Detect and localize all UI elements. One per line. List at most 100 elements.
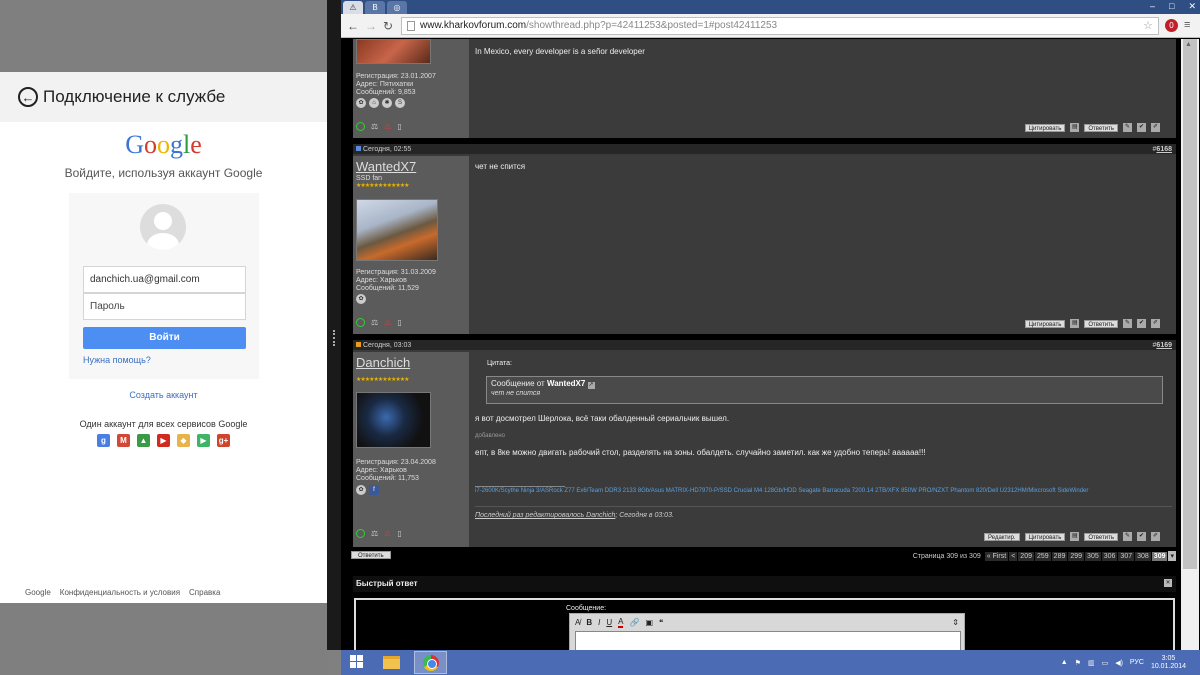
- underline-icon[interactable]: U: [606, 618, 612, 627]
- quote-icon[interactable]: ❝: [659, 618, 663, 627]
- flag-icon[interactable]: ⚑: [1075, 659, 1081, 667]
- tab-other[interactable]: ◎: [387, 1, 407, 14]
- network-icon[interactable]: ▥: [1088, 659, 1095, 667]
- page-link[interactable]: 209: [1018, 551, 1034, 561]
- edit-icon[interactable]: ✐: [1151, 123, 1160, 132]
- mark-icon[interactable]: ✔: [1137, 123, 1146, 132]
- font-color-icon[interactable]: A: [618, 617, 624, 628]
- page-jump-icon[interactable]: ▾: [1168, 551, 1176, 561]
- page-scrollbar[interactable]: ▲: [1181, 39, 1199, 650]
- edit-icon[interactable]: ✐: [1151, 532, 1160, 541]
- volume-icon[interactable]: ◀): [1115, 659, 1123, 667]
- prev-page-link[interactable]: <: [1009, 551, 1018, 561]
- thanks-icon[interactable]: ✎: [1123, 532, 1132, 541]
- maximize-icon[interactable]: □: [1169, 0, 1174, 12]
- settings-icon[interactable]: ✱: [382, 98, 392, 108]
- taskbar-chrome[interactable]: [414, 651, 447, 674]
- page-link[interactable]: 259: [1034, 551, 1051, 561]
- skype-icon[interactable]: S: [395, 98, 405, 108]
- facebook-icon[interactable]: f: [369, 485, 379, 495]
- italic-icon[interactable]: I: [598, 618, 600, 627]
- quote-button[interactable]: Цитировать: [1024, 123, 1066, 132]
- reload-icon[interactable]: ↻: [383, 19, 393, 33]
- quote-button[interactable]: Цитировать: [1024, 532, 1066, 541]
- address-bar[interactable]: www.kharkovforum.com/showthread.php?p=42…: [401, 17, 1159, 35]
- page-link[interactable]: 307: [1118, 551, 1135, 561]
- tab-vk[interactable]: B: [365, 1, 385, 14]
- username-link[interactable]: Danchich: [356, 355, 410, 370]
- close-icon[interactable]: ✕: [1188, 0, 1196, 12]
- scrollbar-thumb[interactable]: [1183, 39, 1197, 569]
- view-post-icon[interactable]: ↗: [587, 382, 595, 389]
- page-link[interactable]: 299: [1068, 551, 1085, 561]
- remove-format-icon[interactable]: A̸: [575, 618, 580, 627]
- icq-icon[interactable]: ✿: [356, 485, 366, 495]
- edit-icon[interactable]: ✐: [1151, 319, 1160, 328]
- quote-button[interactable]: Цитировать: [1024, 319, 1066, 328]
- scroll-up-icon[interactable]: ▲: [1185, 41, 1192, 48]
- keyboard-language[interactable]: РУС: [1130, 659, 1144, 666]
- report-icon[interactable]: ⚠: [384, 122, 391, 131]
- tab-kharkovforum[interactable]: ⚠: [343, 1, 363, 14]
- resize-icon[interactable]: ⇕: [952, 618, 959, 627]
- page-link[interactable]: 306: [1101, 551, 1118, 561]
- post-header: Сегодня, 02:55 #6168: [353, 142, 1176, 154]
- folder-icon: [383, 656, 400, 669]
- icq-icon[interactable]: ✿: [356, 98, 366, 108]
- signin-button[interactable]: Войти: [83, 327, 246, 349]
- report-icon[interactable]: ⚠: [384, 318, 391, 327]
- menu-icon[interactable]: ≡: [1184, 19, 1190, 32]
- reply-button[interactable]: Ответить: [1084, 532, 1118, 541]
- page-link[interactable]: 305: [1085, 551, 1101, 561]
- home-icon[interactable]: ⌂: [369, 98, 379, 108]
- mark-icon[interactable]: ✔: [1137, 319, 1146, 328]
- battery-icon[interactable]: ▭: [1102, 659, 1109, 667]
- adblock-extension-icon[interactable]: 0: [1165, 19, 1178, 32]
- thanks-icon[interactable]: ✎: [1123, 319, 1132, 328]
- bold-icon[interactable]: B: [586, 618, 592, 627]
- help-link[interactable]: Нужна помощь?: [83, 355, 151, 365]
- report-icon[interactable]: ⚠: [384, 529, 391, 538]
- show-hidden-icons-icon[interactable]: ▲: [1061, 659, 1068, 666]
- email-field[interactable]: danchich.ua@gmail.com: [83, 266, 246, 293]
- create-account-link[interactable]: Создать аккаунт: [0, 390, 327, 400]
- windows-start-icon[interactable]: [350, 655, 364, 669]
- splitter-grip-icon[interactable]: [333, 330, 335, 346]
- post-number[interactable]: 6168: [1156, 146, 1172, 153]
- page-link[interactable]: 308: [1135, 551, 1151, 561]
- password-field[interactable]: Пароль: [83, 293, 246, 320]
- footer-google-link[interactable]: Google: [25, 588, 51, 597]
- user-title: SSD fan: [356, 175, 383, 182]
- first-page-link[interactable]: « First: [984, 551, 1009, 561]
- bookmark-star-icon[interactable]: ☆: [1143, 18, 1153, 34]
- icq-icon[interactable]: ✿: [356, 294, 366, 304]
- forward-icon[interactable]: →: [365, 19, 377, 33]
- multiquote-icon[interactable]: ▤: [1070, 123, 1080, 132]
- thanks-icon[interactable]: ✎: [1123, 123, 1132, 132]
- snap-splitter[interactable]: [327, 0, 341, 650]
- footer-help-link[interactable]: Справка: [189, 588, 220, 597]
- taskbar-explorer[interactable]: [375, 651, 408, 674]
- reputation-icon[interactable]: ⚖: [371, 318, 378, 327]
- link-icon[interactable]: 🔗: [629, 618, 639, 627]
- footer-privacy-link[interactable]: Конфиденциальность и условия: [60, 588, 180, 597]
- minimize-icon[interactable]: –: [1150, 0, 1155, 12]
- back-arrow-icon[interactable]: ←: [18, 87, 38, 107]
- multiquote-icon[interactable]: ▤: [1070, 319, 1080, 328]
- edit-button[interactable]: Редактир.: [984, 532, 1020, 541]
- thread-reply-button[interactable]: Ответить: [351, 551, 391, 559]
- reputation-icon[interactable]: ⚖: [371, 122, 378, 131]
- mark-icon[interactable]: ✔: [1137, 532, 1146, 541]
- multiquote-icon[interactable]: ▤: [1070, 532, 1080, 541]
- reply-button[interactable]: Ответить: [1084, 319, 1118, 328]
- post-number[interactable]: 6169: [1156, 342, 1172, 349]
- reply-button[interactable]: Ответить: [1084, 123, 1118, 132]
- username-link[interactable]: WantedX7: [356, 159, 416, 174]
- collapse-icon[interactable]: ✕: [1164, 579, 1172, 587]
- message-textarea[interactable]: [575, 631, 961, 650]
- clock[interactable]: 3:05 10.01.2014: [1151, 655, 1186, 671]
- image-icon[interactable]: ▣: [645, 618, 653, 627]
- back-icon[interactable]: ←: [347, 19, 359, 33]
- page-link[interactable]: 289: [1051, 551, 1068, 561]
- reputation-icon[interactable]: ⚖: [371, 529, 378, 538]
